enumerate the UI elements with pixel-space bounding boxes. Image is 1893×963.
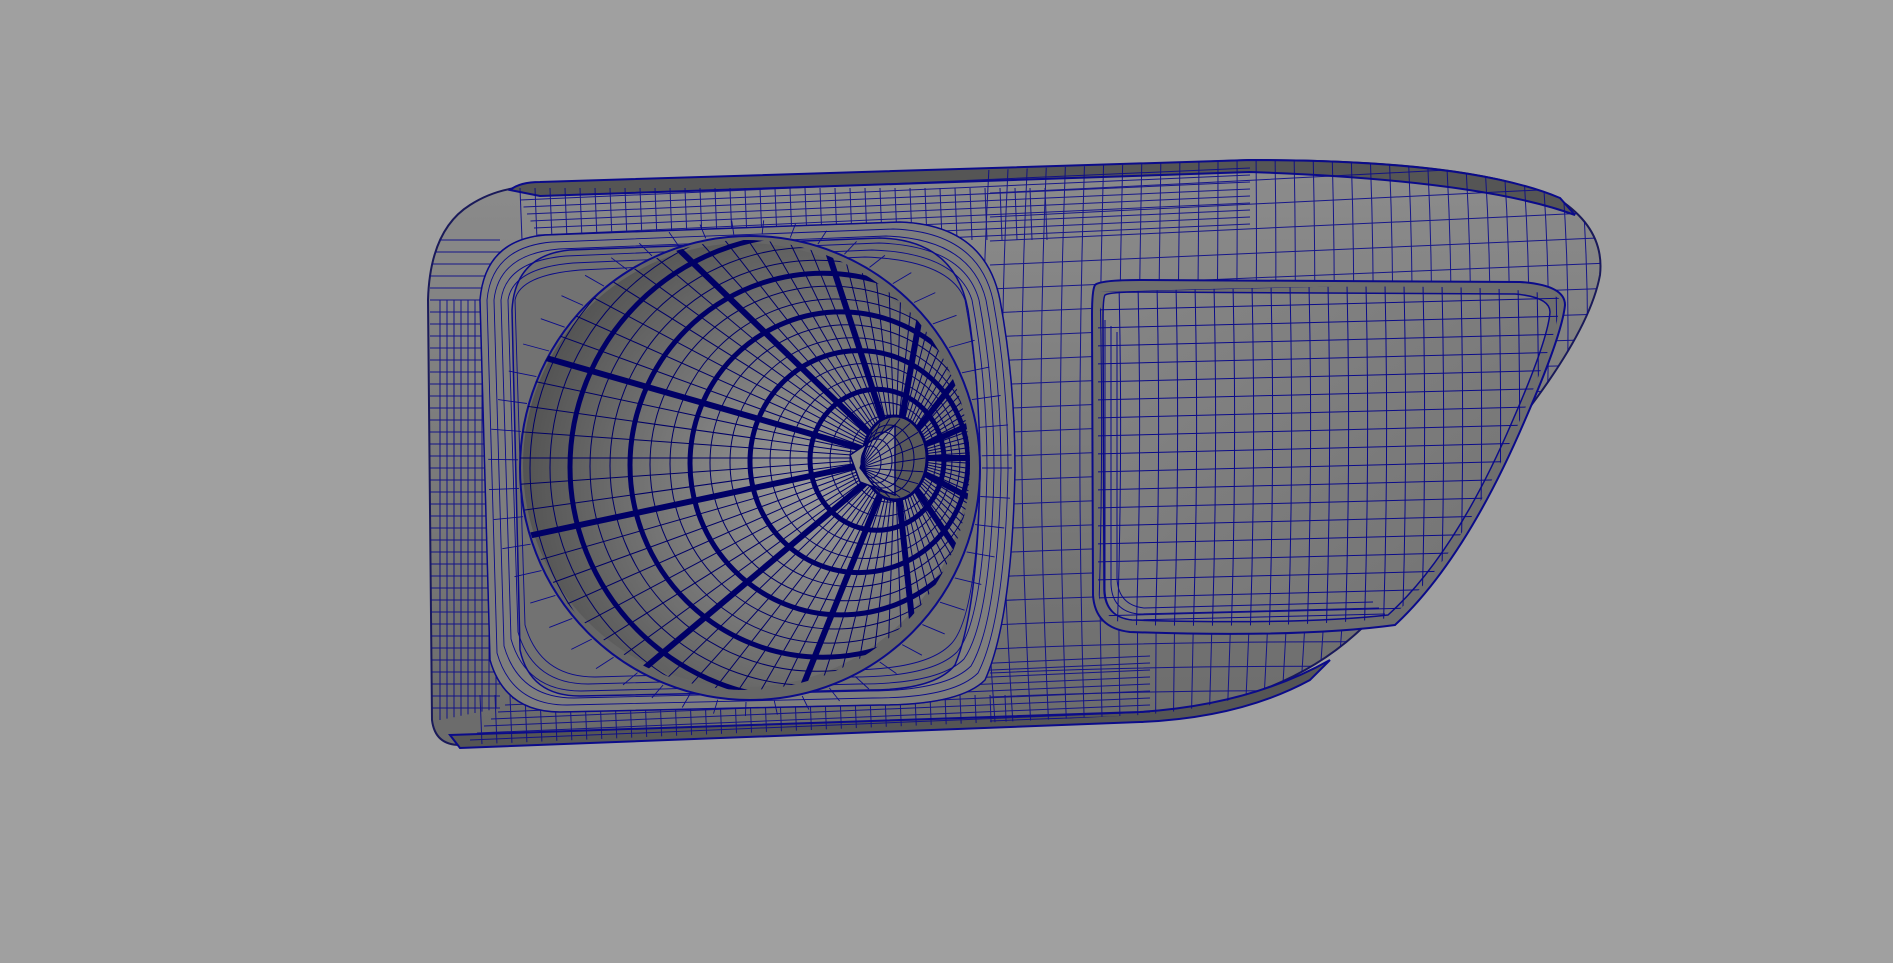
indicator-lens[interactable]	[1090, 278, 1577, 640]
model-canvas[interactable]	[0, 0, 1893, 963]
lens-surface	[1102, 291, 1551, 623]
3d-viewport[interactable]	[0, 0, 1893, 963]
